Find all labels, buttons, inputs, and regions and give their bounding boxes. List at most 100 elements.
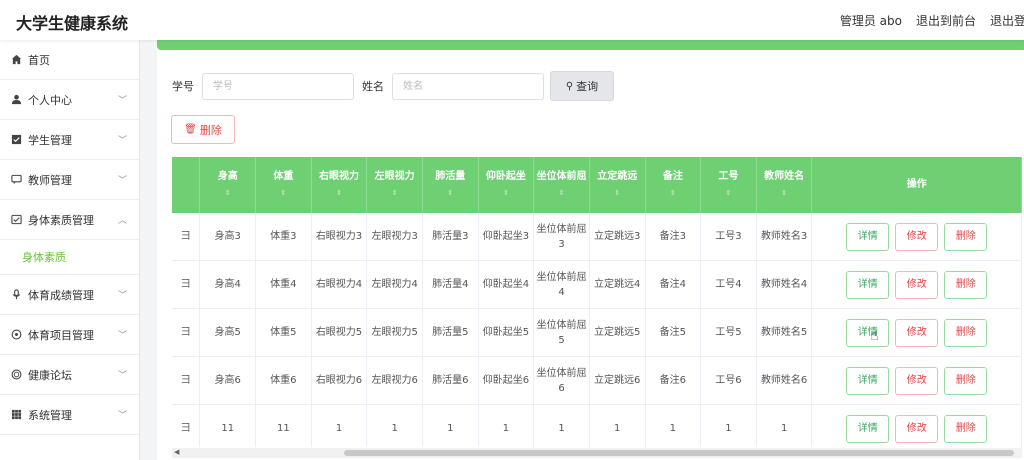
sidebar-item-sports-score-management[interactable]: 体育成绩管理 ﹀ (0, 275, 139, 315)
sort-icon[interactable]: ⇕ (757, 185, 812, 201)
sort-icon[interactable]: ⇕ (590, 185, 645, 201)
table-cell: 备注6 (645, 356, 702, 405)
table-cell: 教师姓名4 (756, 260, 813, 309)
user-icon (10, 94, 22, 106)
sort-icon[interactable]: ⇕ (701, 185, 756, 201)
column-header-label: 工号 (718, 171, 739, 182)
name-input[interactable] (392, 72, 544, 100)
scroll-left-arrow-icon[interactable]: ◀ (174, 448, 179, 456)
sort-icon[interactable]: ⇕ (479, 185, 534, 201)
microphone-icon (10, 289, 22, 301)
column-header-label: 右眼视力 (319, 171, 359, 182)
table-cell: 1 (422, 404, 479, 447)
sort-icon[interactable]: ⇕ (312, 185, 367, 201)
column-header[interactable]: 教师姓名 ⇕ (756, 157, 813, 213)
sort-icon[interactable]: ⇕ (256, 185, 311, 201)
table-cell: 1 (645, 404, 702, 447)
column-header[interactable] (172, 157, 201, 213)
delete-button[interactable]: 删除 (944, 270, 988, 299)
query-button[interactable]: ⚲ 查询 (550, 71, 614, 101)
scrollbar-thumb[interactable] (344, 450, 1014, 456)
column-header[interactable]: 坐位体前屈 ⇕ (533, 157, 590, 213)
column-header[interactable]: 体重 ⇕ (255, 157, 312, 213)
student-id-input[interactable] (202, 72, 354, 100)
delete-button[interactable]: 删除 (944, 318, 988, 347)
action-cell: 详情 修改 删除 (811, 260, 1022, 309)
delete-button[interactable]: 删除 (944, 414, 988, 443)
table-cell: 备注5 (645, 308, 702, 357)
table-cell: 1 (311, 404, 368, 447)
detail-button[interactable]: 详情 (846, 414, 890, 443)
table-cell: 坐位体前屈5 (533, 308, 590, 357)
table-cell: 彐 (172, 356, 201, 405)
edit-button[interactable]: 修改 (895, 270, 939, 299)
column-header[interactable]: 备注 ⇕ (645, 157, 702, 213)
table-cell: 立定跳远6 (589, 356, 646, 405)
column-header[interactable]: 肺活量 ⇕ (422, 157, 479, 213)
trash-icon: 🗑 (184, 124, 197, 135)
sidebar-item-fitness-management[interactable]: 身体素质管理 ︿ (0, 200, 139, 240)
column-header[interactable]: 工号 ⇕ (700, 157, 757, 213)
column-header[interactable]: 仰卧起坐 ⇕ (478, 157, 535, 213)
table-cell: 体重5 (255, 308, 312, 357)
delete-button[interactable]: 删除 (944, 366, 988, 395)
sort-icon[interactable]: ⇕ (200, 185, 255, 201)
edit-button[interactable]: 修改 (895, 366, 939, 395)
edit-button[interactable]: 修改 (895, 222, 939, 251)
detail-button[interactable]: 详情 (846, 366, 890, 395)
sidebar-subitem-fitness[interactable]: 身体素质 (0, 240, 139, 275)
table-cell: 1 (478, 404, 535, 447)
sidebar-item-label: 学生管理 (28, 133, 72, 147)
sidebar-item-sports-project-management[interactable]: 体育项目管理 ﹀ (0, 315, 139, 355)
detail-button[interactable]: 详情 (846, 318, 890, 347)
sidebar-item-home[interactable]: 首页 (0, 40, 139, 80)
sidebar-item-personal-center[interactable]: 个人中心 ﹀ (0, 80, 139, 120)
sort-icon[interactable]: ⇕ (534, 185, 589, 201)
detail-button[interactable]: 详情 (846, 222, 890, 251)
table-cell: 11 (255, 404, 312, 447)
table-cell: 坐位体前屈6 (533, 356, 590, 405)
sidebar-item-label: 体育项目管理 (28, 328, 94, 342)
exit-to-front-link[interactable]: 退出到前台 (916, 12, 976, 29)
chevron-down-icon: ﹀ (117, 136, 127, 146)
table-cell: 坐位体前屈4 (533, 260, 590, 309)
table-cell: 体重4 (255, 260, 312, 309)
sidebar-item-student-management[interactable]: 学生管理 ﹀ (0, 120, 139, 160)
sidebar-item-health-forum[interactable]: 健康论坛 ﹀ (0, 355, 139, 395)
admin-user-label[interactable]: 管理员 abo (840, 12, 902, 29)
edit-button[interactable]: 修改 (895, 414, 939, 443)
edit-button[interactable]: 修改 (895, 318, 939, 347)
horizontal-scrollbar[interactable]: ◀ (172, 448, 1022, 458)
sort-icon[interactable]: ⇕ (367, 185, 422, 201)
grid-icon (10, 409, 22, 421)
table-cell: 教师姓名5 (756, 308, 813, 357)
table-cell: 仰卧起坐6 (478, 356, 535, 405)
sidebar-item-teacher-management[interactable]: 教师管理 ﹀ (0, 160, 139, 200)
chevron-down-icon: ﹀ (117, 96, 127, 106)
detail-button[interactable]: 详情 (846, 270, 890, 299)
search-icon: ⚲ (565, 80, 574, 92)
sort-icon[interactable]: ⇕ (646, 185, 701, 201)
table-cell: 体重6 (255, 356, 312, 405)
column-header[interactable]: 右眼视力 ⇕ (311, 157, 368, 213)
table-cell: 右眼视力3 (311, 213, 368, 261)
column-header[interactable]: 立定跳远 ⇕ (589, 157, 646, 213)
bulk-delete-button[interactable]: 🗑 删除 (171, 115, 235, 144)
sort-icon[interactable]: ⇕ (423, 185, 478, 201)
table-cell: 肺活量4 (422, 260, 479, 309)
column-header[interactable]: 左眼视力 ⇕ (366, 157, 423, 213)
column-header[interactable]: 操作 (811, 157, 1022, 213)
column-header[interactable]: 身高 ⇕ (199, 157, 257, 213)
table-cell: 左眼视力3 (366, 213, 423, 261)
data-table-container: 身高 ⇕ 体重 ⇕ 右眼视力 ⇕ 左眼视力 ⇕ 肺活量 ⇕ 仰卧起坐 ⇕ 坐位体前屈 ⇕ 立定跳远 ⇕ 备注 ⇕ 工… (172, 157, 1022, 447)
student-icon (10, 134, 22, 146)
sidebar-item-system-management[interactable]: 系统管理 ﹀ (0, 395, 139, 435)
table-cell: 左眼视力4 (366, 260, 423, 309)
delete-button[interactable]: 删除 (944, 222, 988, 251)
table-cell: 坐位体前屈3 (533, 213, 590, 261)
chevron-down-icon: ﹀ (117, 176, 127, 186)
logout-link[interactable]: 退出登录 (990, 12, 1024, 29)
chevron-down-icon: ﹀ (117, 371, 127, 381)
table-cell: 教师姓名6 (756, 356, 813, 405)
table-cell: 工号4 (700, 260, 757, 309)
